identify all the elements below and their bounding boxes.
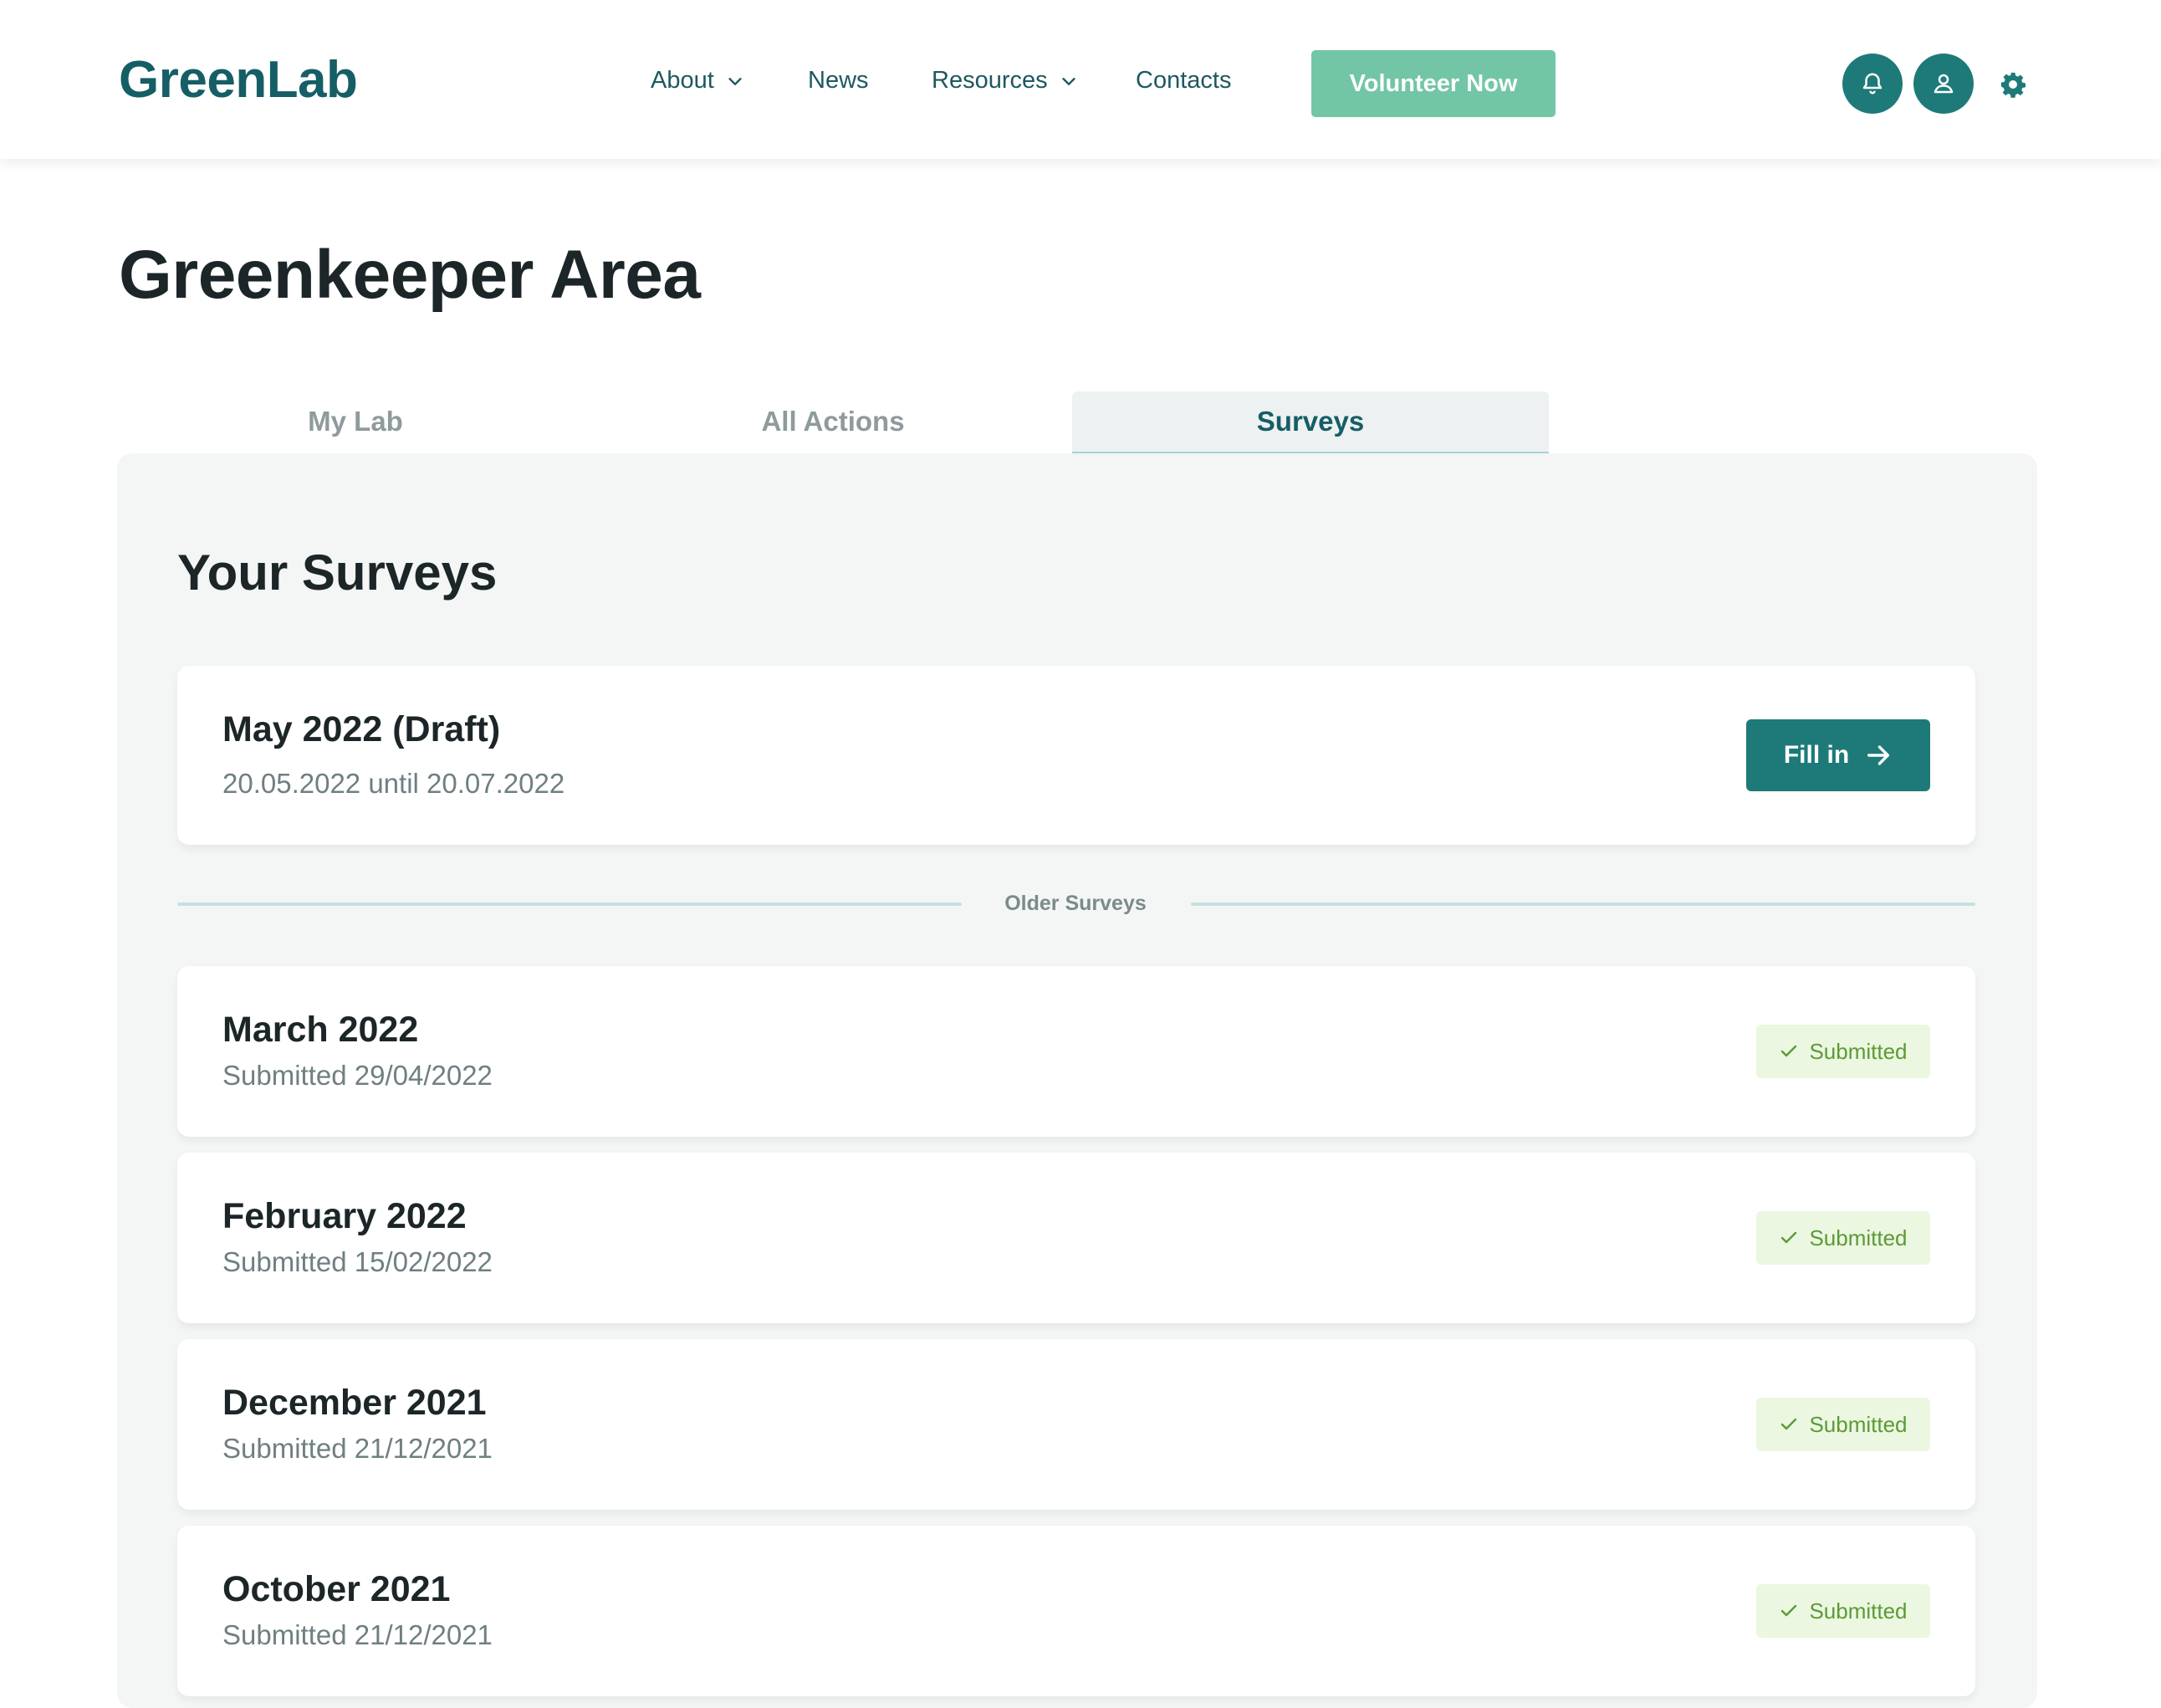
page-title: Greenkeeper Area xyxy=(119,237,701,313)
survey-submitted-date: Submitted 29/04/2022 xyxy=(222,1060,493,1091)
notifications-button[interactable] xyxy=(1842,54,1903,114)
survey-card[interactable]: December 2021 Submitted 21/12/2021 Submi… xyxy=(177,1339,1975,1510)
current-survey-card: May 2022 (Draft) 20.05.2022 until 20.07.… xyxy=(177,666,1975,845)
check-icon xyxy=(1781,1604,1797,1617)
survey-card[interactable]: February 2022 Submitted 15/02/2022 Submi… xyxy=(177,1153,1975,1323)
check-icon xyxy=(1781,1418,1797,1430)
tab-my-lab[interactable]: My Lab xyxy=(117,391,594,452)
arrow-right-icon xyxy=(1867,745,1890,765)
top-navigation-bar: GreenLab About News Resources Contacts V… xyxy=(0,0,2161,159)
nav-contacts-label: Contacts xyxy=(1136,67,1232,94)
fill-in-label: Fill in xyxy=(1783,741,1850,769)
nav-contacts[interactable]: Contacts xyxy=(1136,67,1231,95)
nav-news[interactable]: News xyxy=(808,67,869,95)
fill-in-button[interactable]: Fill in xyxy=(1746,719,1930,791)
profile-button[interactable] xyxy=(1913,54,1974,114)
section-heading: Your Surveys xyxy=(177,545,498,601)
status-label: Submitted xyxy=(1809,1411,1908,1437)
chevron-down-icon xyxy=(728,77,742,85)
check-icon xyxy=(1781,1231,1797,1244)
survey-title: May 2022 (Draft) xyxy=(222,709,501,749)
status-label: Submitted xyxy=(1809,1598,1908,1624)
nav-about-label: About xyxy=(651,67,714,94)
status-badge: Submitted xyxy=(1756,1398,1930,1451)
tab-all-actions[interactable]: All Actions xyxy=(595,391,1071,452)
status-badge: Submitted xyxy=(1756,1211,1930,1265)
bell-icon xyxy=(1862,73,1883,95)
survey-title: December 2021 xyxy=(222,1383,487,1423)
survey-submitted-date: Submitted 21/12/2021 xyxy=(222,1433,493,1464)
volunteer-now-button[interactable]: Volunteer Now xyxy=(1311,50,1556,117)
status-badge: Submitted xyxy=(1756,1025,1930,1078)
survey-submitted-date: Submitted 21/12/2021 xyxy=(222,1619,493,1650)
status-label: Submitted xyxy=(1809,1038,1908,1064)
chevron-down-icon xyxy=(1062,77,1075,85)
nav-resources-label: Resources xyxy=(932,67,1048,94)
user-icon xyxy=(1934,74,1954,94)
survey-card[interactable]: March 2022 Submitted 29/04/2022 Submitte… xyxy=(177,966,1975,1137)
tab-surveys[interactable]: Surveys xyxy=(1072,391,1549,455)
divider-line-left xyxy=(177,903,962,906)
survey-title: October 2021 xyxy=(222,1569,451,1609)
gear-icon[interactable] xyxy=(1999,70,2027,99)
nav-resources[interactable]: Resources xyxy=(932,67,1078,95)
site-logo[interactable]: GreenLab xyxy=(119,50,358,110)
survey-submitted-date: Submitted 15/02/2022 xyxy=(222,1246,493,1277)
check-icon xyxy=(1781,1045,1797,1057)
survey-card[interactable]: October 2021 Submitted 21/12/2021 Submit… xyxy=(177,1526,1975,1696)
survey-title: March 2022 xyxy=(222,1010,419,1050)
nav-news-label: News xyxy=(808,67,869,94)
older-surveys-label: Older Surveys xyxy=(1004,892,1147,915)
survey-title: February 2022 xyxy=(222,1196,467,1236)
survey-date-range: 20.05.2022 until 20.07.2022 xyxy=(222,768,565,799)
status-badge: Submitted xyxy=(1756,1584,1930,1638)
nav-about[interactable]: About xyxy=(651,67,744,95)
divider-line-right xyxy=(1191,903,1975,906)
status-label: Submitted xyxy=(1809,1225,1908,1250)
